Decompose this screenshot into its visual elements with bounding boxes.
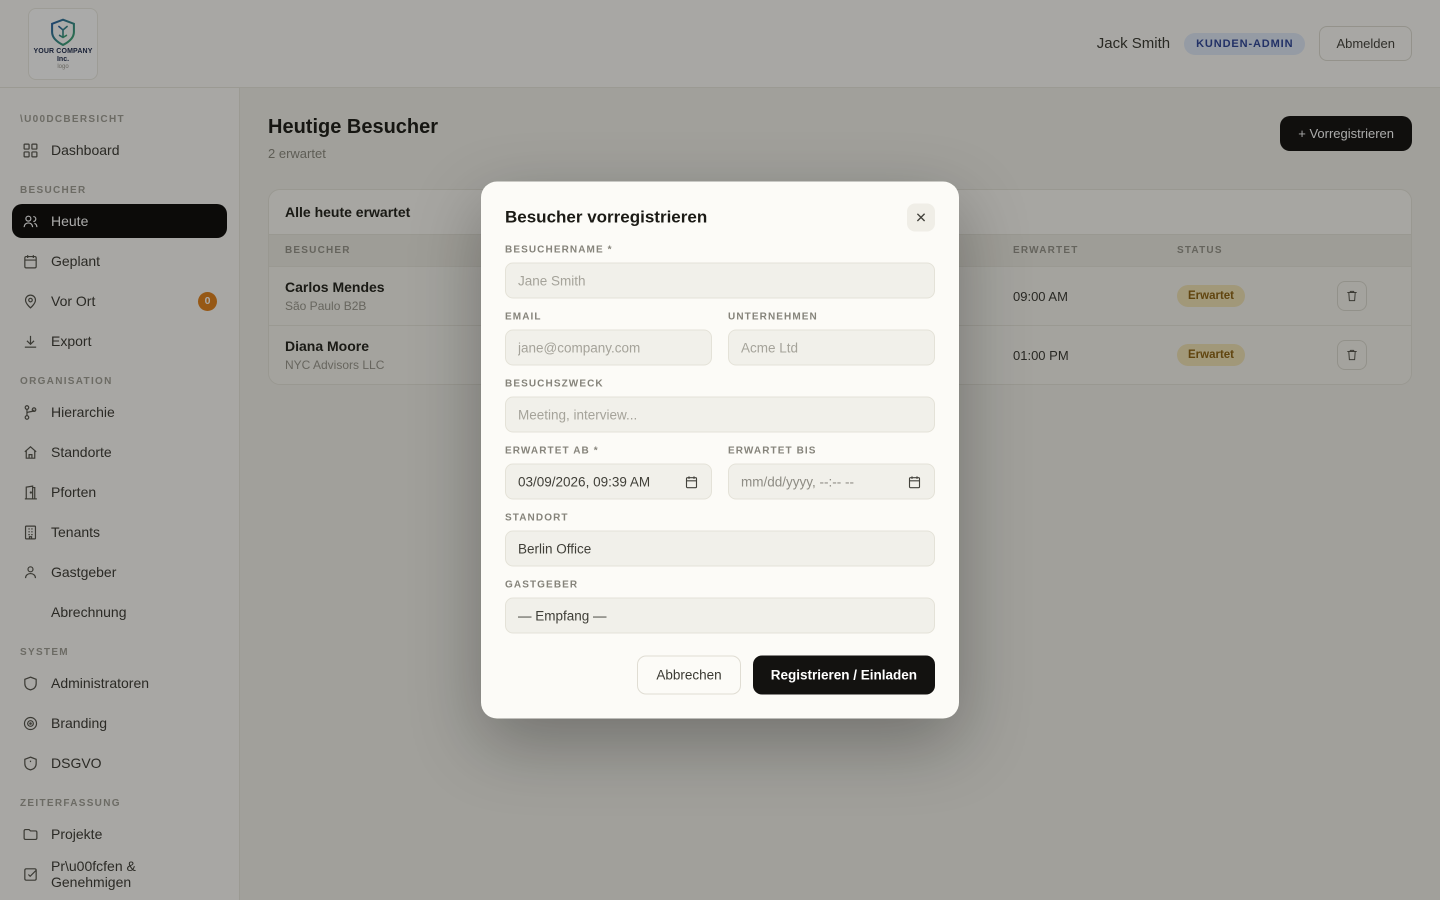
expected-from-datetime-input[interactable]: 03/09/2026, 09:39 AM	[505, 464, 712, 500]
field-label-standort: Standort	[505, 513, 935, 524]
location-selected-value: Berlin Office	[518, 541, 922, 556]
visitor-name-input[interactable]	[505, 263, 935, 299]
preregister-modal: Besucher vorregistrieren ✕ Besuchername …	[481, 182, 959, 719]
close-icon[interactable]: ✕	[907, 204, 935, 232]
field-label-erwartet-ab: Erwartet ab *	[505, 446, 712, 457]
field-label-gastgeber: Gastgeber	[505, 580, 935, 591]
company-input[interactable]	[728, 330, 935, 366]
expected-to-placeholder: mm/dd/yyyy, --:-- --	[741, 474, 907, 489]
host-select[interactable]: — Empfang —	[505, 598, 935, 634]
field-label-erwartet-bis: Erwartet bis	[728, 446, 935, 457]
field-label-unternehmen: Unternehmen	[728, 312, 935, 323]
expected-from-value: 03/09/2026, 09:39 AM	[518, 474, 684, 489]
host-selected-value: — Empfang —	[518, 608, 922, 623]
register-invite-button[interactable]: Registrieren / Einladen	[753, 656, 935, 695]
location-select[interactable]: Berlin Office	[505, 531, 935, 567]
email-input[interactable]	[505, 330, 712, 366]
calendar-icon	[907, 474, 922, 489]
calendar-icon	[684, 474, 699, 489]
field-label-besuchername: Besuchername *	[505, 245, 935, 256]
cancel-button[interactable]: Abbrechen	[637, 656, 740, 695]
expected-to-datetime-input[interactable]: mm/dd/yyyy, --:-- --	[728, 464, 935, 500]
field-label-email: Email	[505, 312, 712, 323]
field-label-besuchszweck: Besuchszweck	[505, 379, 935, 390]
purpose-input[interactable]	[505, 397, 935, 433]
modal-title: Besucher vorregistrieren	[505, 208, 707, 228]
